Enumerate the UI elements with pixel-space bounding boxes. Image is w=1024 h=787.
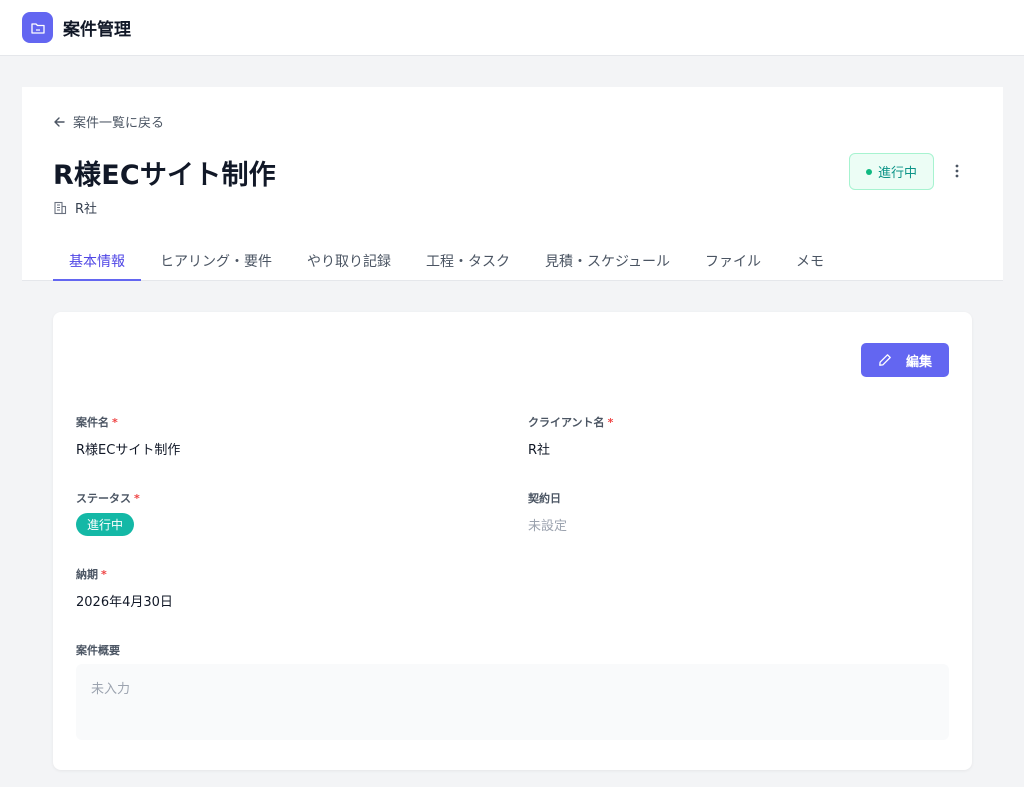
tab-communication-log[interactable]: やり取り記録	[291, 241, 407, 281]
client-line: R社	[53, 198, 97, 217]
status-dot-icon	[865, 168, 872, 175]
tab-files[interactable]: ファイル	[689, 241, 777, 281]
status-badge[interactable]: 進行中	[849, 153, 934, 190]
more-vertical-icon	[955, 164, 959, 178]
field-value: 2026年4月30日	[76, 595, 173, 610]
tab-basic-info[interactable]: 基本情報	[53, 241, 141, 281]
status-badge-label: 進行中	[877, 166, 917, 181]
tab-estimate-schedule[interactable]: 見積・スケジュール	[529, 241, 686, 281]
required-mark: *	[134, 491, 140, 505]
pencil-icon	[879, 354, 891, 366]
tab-memo[interactable]: メモ	[780, 241, 840, 281]
more-options-button[interactable]	[946, 159, 968, 183]
field-summary: 案件概要	[76, 642, 120, 658]
field-label: 案件概要	[76, 644, 120, 657]
page-title: R様ECサイト制作	[53, 160, 276, 191]
client-name: R社	[75, 202, 98, 217]
field-label: ステータス	[76, 492, 131, 505]
basic-info-panel: 編集 案件名 * R様ECサイト制作 クライアント名 * R社 ステータス * …	[53, 312, 972, 770]
field-label: クライアント名	[528, 416, 605, 429]
tab-process-tasks[interactable]: 工程・タスク	[410, 241, 526, 281]
project-header: 案件一覧に戻る R様ECサイト制作 R社 進行中 基本情報 ヒアリング・要件 や…	[22, 87, 1003, 281]
field-due-date: 納期 * 2026年4月30日	[76, 566, 173, 611]
field-status: ステータス * 進行中	[76, 490, 140, 536]
edit-button-label: 編集	[905, 354, 932, 370]
tab-hearing-requirements[interactable]: ヒアリング・要件	[144, 241, 288, 281]
arrow-left-icon	[54, 116, 65, 127]
summary-text: 未入力	[76, 664, 949, 740]
field-label: 契約日	[528, 492, 561, 505]
back-link[interactable]: 案件一覧に戻る	[53, 112, 164, 131]
required-mark: *	[112, 415, 118, 429]
field-project-name: 案件名 * R様ECサイト制作	[76, 414, 181, 459]
app-title: 案件管理	[63, 20, 131, 40]
building-icon	[54, 201, 67, 214]
field-label: 納期	[76, 568, 98, 581]
folder-icon[interactable]	[22, 12, 53, 43]
field-value: 未設定	[528, 519, 568, 534]
edit-button[interactable]: 編集	[861, 343, 949, 377]
required-mark: *	[607, 415, 614, 429]
field-client-name: クライアント名 * R社	[528, 414, 614, 459]
field-value: R社	[528, 443, 551, 458]
status-badge: 進行中	[76, 513, 135, 536]
app-header: 案件管理	[0, 0, 1024, 56]
tab-bar: 基本情報 ヒアリング・要件 やり取り記録 工程・タスク 見積・スケジュール ファ…	[53, 241, 843, 281]
back-link-label: 案件一覧に戻る	[73, 116, 165, 131]
required-mark: *	[101, 567, 107, 581]
field-label: 案件名	[76, 416, 109, 429]
field-contract-date: 契約日 未設定	[528, 490, 567, 534]
field-value: R様ECサイト制作	[76, 443, 181, 458]
